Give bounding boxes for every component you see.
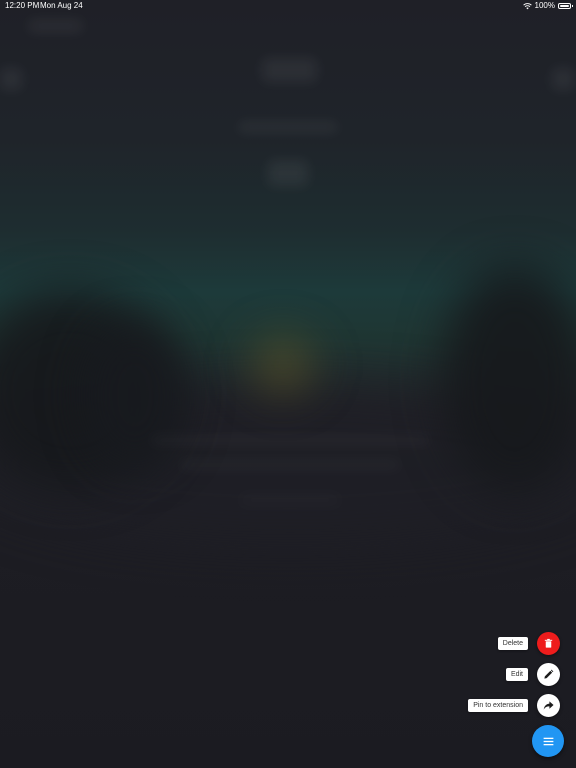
battery-icon [558, 3, 573, 9]
blurred-background [0, 0, 576, 768]
blurred-text-line [150, 435, 430, 445]
fab-label-pin[interactable]: Pin to extension [468, 699, 528, 712]
share-arrow-icon [543, 701, 554, 710]
trash-icon [544, 638, 553, 648]
blurred-right-control [552, 68, 574, 90]
background-sun [238, 325, 328, 405]
pin-to-extension-button[interactable] [537, 694, 560, 717]
battery-percent: 100% [534, 1, 555, 10]
menu-icon [543, 737, 553, 745]
status-date: Mon Aug 24 [40, 1, 83, 10]
blurred-subtitle [238, 122, 338, 132]
fab-item-pin-to-extension[interactable]: Pin to extension [468, 694, 560, 717]
wifi-icon [522, 3, 532, 10]
blurred-left-control [0, 68, 22, 90]
blurred-text-line [180, 460, 400, 470]
status-indicators: 100% [522, 0, 573, 12]
blurred-icon [268, 160, 308, 186]
fab-item-edit[interactable]: Edit [505, 663, 560, 686]
status-bar: 12:20 PM Mon Aug 24 100% [0, 0, 576, 12]
delete-button[interactable] [537, 632, 560, 655]
blurred-text-line [240, 495, 340, 505]
fab-item-delete[interactable]: Delete [497, 632, 560, 655]
blurred-nav-title [28, 20, 83, 32]
blurred-heading [262, 58, 317, 82]
fab-menu-button[interactable] [532, 725, 564, 757]
status-time: 12:20 PM [5, 1, 40, 10]
pencil-icon [544, 669, 554, 679]
fab-label-delete[interactable]: Delete [497, 637, 528, 650]
edit-button[interactable] [537, 663, 560, 686]
screen: 12:20 PM Mon Aug 24 100% Delete Edit Pin… [0, 0, 576, 768]
background-tree-left-small [80, 320, 190, 470]
fab-label-edit[interactable]: Edit [505, 668, 528, 681]
